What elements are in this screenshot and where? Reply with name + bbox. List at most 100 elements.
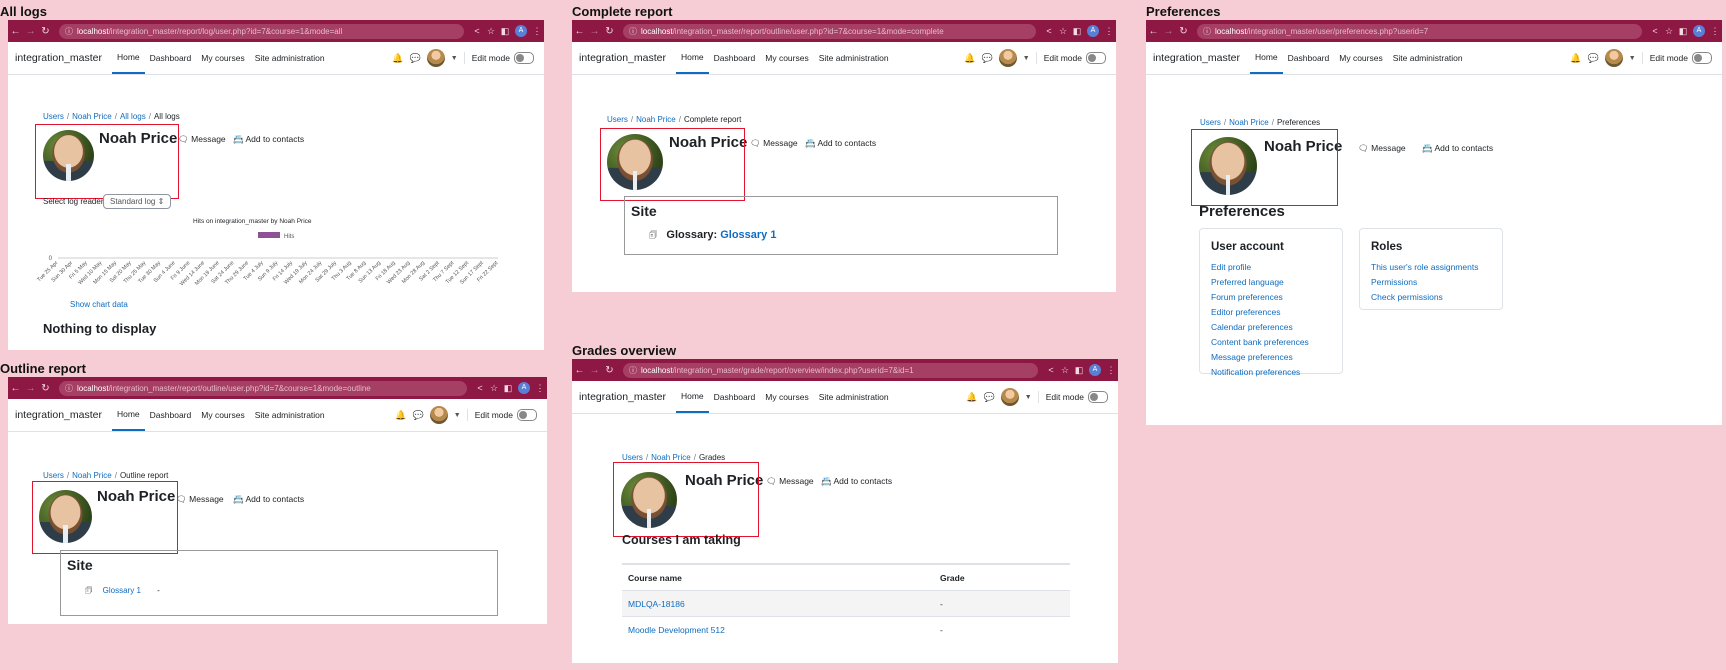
- share-icon[interactable]: <: [473, 383, 487, 393]
- messaging-icon[interactable]: 💬: [984, 392, 995, 403]
- site-brand[interactable]: integration_master: [572, 42, 676, 74]
- chevron-down-icon[interactable]: ▼: [451, 55, 458, 62]
- nav-my-courses[interactable]: My courses: [1334, 42, 1387, 74]
- site-brand[interactable]: integration_master: [8, 42, 112, 74]
- nav-my-courses[interactable]: My courses: [196, 399, 249, 431]
- breadcrumb-user[interactable]: Noah Price: [72, 112, 112, 121]
- show-chart-data-link[interactable]: Show chart data: [70, 300, 128, 309]
- link-check-permissions[interactable]: Check permissions: [1371, 292, 1502, 302]
- user-menu-avatar[interactable]: [1000, 388, 1019, 406]
- message-button[interactable]: 🗨 Message: [766, 476, 814, 487]
- course-link[interactable]: Moodle Development 512: [628, 625, 725, 635]
- link-forum-preferences[interactable]: Forum preferences: [1211, 292, 1342, 302]
- chevron-down-icon[interactable]: ▼: [1025, 394, 1032, 401]
- user-menu-avatar[interactable]: [998, 49, 1017, 67]
- link-calendar-preferences[interactable]: Calendar preferences: [1211, 322, 1342, 332]
- message-button[interactable]: 🗨 Message: [750, 138, 798, 149]
- link-editor-preferences[interactable]: Editor preferences: [1211, 307, 1342, 317]
- notification-bell-icon[interactable]: 🔔: [392, 53, 403, 64]
- site-info-icon[interactable]: ⓘ: [65, 383, 73, 394]
- link-notification-preferences[interactable]: Notification preferences: [1211, 367, 1342, 377]
- browser-menu-icon[interactable]: ⋮: [1102, 26, 1116, 37]
- notification-bell-icon[interactable]: 🔔: [966, 392, 977, 403]
- messaging-icon[interactable]: 💬: [982, 53, 993, 64]
- message-button[interactable]: 🗨 Message: [178, 134, 226, 145]
- sidepanel-icon[interactable]: ◧: [1676, 26, 1690, 37]
- site-brand[interactable]: integration_master: [572, 381, 676, 413]
- address-bar[interactable]: ⓘ localhost/integration_master/grade/rep…: [623, 362, 1038, 378]
- address-bar[interactable]: ⓘ localhost/integration_master/report/ou…: [59, 380, 467, 396]
- add-to-contacts-button[interactable]: 📇 Add to contacts: [821, 476, 892, 487]
- sidepanel-icon[interactable]: ◧: [501, 383, 515, 394]
- nav-site-administration[interactable]: Site administration: [1388, 42, 1468, 74]
- browser-menu-icon[interactable]: ⋮: [1104, 365, 1118, 376]
- link-role-assignments[interactable]: This user's role assignments: [1371, 262, 1502, 272]
- forward-icon[interactable]: →: [23, 26, 38, 37]
- share-icon[interactable]: <: [1042, 26, 1056, 36]
- messaging-icon[interactable]: 💬: [1588, 53, 1599, 64]
- browser-profile-avatar[interactable]: A: [518, 382, 530, 394]
- nav-home[interactable]: Home: [675, 42, 709, 74]
- user-menu-avatar[interactable]: [426, 49, 445, 67]
- sidepanel-icon[interactable]: ◧: [1072, 365, 1086, 376]
- add-to-contacts-button[interactable]: 📇 Add to contacts: [1422, 143, 1493, 154]
- reload-icon[interactable]: ↻: [602, 365, 617, 376]
- edit-mode-toggle[interactable]: [1086, 52, 1106, 64]
- breadcrumb-users[interactable]: Users: [43, 471, 64, 480]
- share-icon[interactable]: <: [470, 26, 484, 36]
- breadcrumb-users[interactable]: Users: [607, 115, 628, 124]
- breadcrumb-user[interactable]: Noah Price: [651, 453, 691, 462]
- address-bar[interactable]: ⓘ localhost/integration_master/report/lo…: [59, 23, 464, 39]
- breadcrumb-all-logs[interactable]: All logs: [120, 112, 146, 121]
- breadcrumb-users[interactable]: Users: [1200, 118, 1221, 127]
- edit-mode-toggle[interactable]: [514, 52, 534, 64]
- site-info-icon[interactable]: ⓘ: [629, 365, 637, 376]
- share-icon[interactable]: <: [1648, 26, 1662, 36]
- back-icon[interactable]: ←: [8, 383, 23, 394]
- site-info-icon[interactable]: ⓘ: [65, 26, 73, 37]
- site-info-icon[interactable]: ⓘ: [629, 26, 637, 37]
- address-bar[interactable]: ⓘ localhost/integration_master/report/ou…: [623, 23, 1036, 39]
- back-icon[interactable]: ←: [8, 26, 23, 37]
- browser-menu-icon[interactable]: ⋮: [530, 26, 544, 37]
- back-icon[interactable]: ←: [1146, 26, 1161, 37]
- add-to-contacts-button[interactable]: 📇 Add to contacts: [233, 134, 304, 145]
- nav-home[interactable]: Home: [1249, 42, 1283, 74]
- nav-dashboard[interactable]: Dashboard: [145, 42, 197, 74]
- nav-site-administration[interactable]: Site administration: [814, 42, 894, 74]
- breadcrumb-user[interactable]: Noah Price: [1229, 118, 1269, 127]
- chevron-down-icon[interactable]: ▼: [454, 412, 461, 419]
- bookmark-star-icon[interactable]: ☆: [1662, 26, 1676, 37]
- chevron-down-icon[interactable]: ▼: [1629, 55, 1636, 62]
- sidepanel-icon[interactable]: ◧: [1070, 26, 1084, 37]
- browser-menu-icon[interactable]: ⋮: [533, 383, 547, 394]
- back-icon[interactable]: ←: [572, 26, 587, 37]
- nav-home[interactable]: Home: [111, 42, 145, 74]
- reload-icon[interactable]: ↻: [38, 383, 53, 394]
- breadcrumb-user[interactable]: Noah Price: [72, 471, 112, 480]
- nav-my-courses[interactable]: My courses: [760, 381, 813, 413]
- message-button[interactable]: 🗨 Message: [1358, 143, 1406, 154]
- chevron-down-icon[interactable]: ▼: [1023, 55, 1030, 62]
- nav-dashboard[interactable]: Dashboard: [709, 381, 761, 413]
- log-reader-select[interactable]: Standard log ⇕: [103, 194, 172, 209]
- browser-profile-avatar[interactable]: A: [515, 25, 527, 37]
- link-preferred-language[interactable]: Preferred language: [1211, 277, 1342, 287]
- forward-icon[interactable]: →: [1161, 26, 1176, 37]
- breadcrumb-users[interactable]: Users: [43, 112, 64, 121]
- nav-dashboard[interactable]: Dashboard: [709, 42, 761, 74]
- nav-dashboard[interactable]: Dashboard: [1283, 42, 1335, 74]
- browser-profile-avatar[interactable]: A: [1693, 25, 1705, 37]
- add-to-contacts-button[interactable]: 📇 Add to contacts: [233, 494, 304, 505]
- reload-icon[interactable]: ↻: [602, 26, 617, 37]
- share-icon[interactable]: <: [1044, 365, 1058, 375]
- browser-profile-avatar[interactable]: A: [1089, 364, 1101, 376]
- sidepanel-icon[interactable]: ◧: [498, 26, 512, 37]
- back-icon[interactable]: ←: [572, 365, 587, 376]
- site-brand[interactable]: integration_master: [8, 399, 112, 431]
- link-permissions[interactable]: Permissions: [1371, 277, 1502, 287]
- glossary-link[interactable]: Glossary 1: [720, 229, 776, 241]
- site-brand[interactable]: integration_master: [1146, 42, 1250, 74]
- messaging-icon[interactable]: 💬: [410, 53, 421, 64]
- forward-icon[interactable]: →: [23, 383, 38, 394]
